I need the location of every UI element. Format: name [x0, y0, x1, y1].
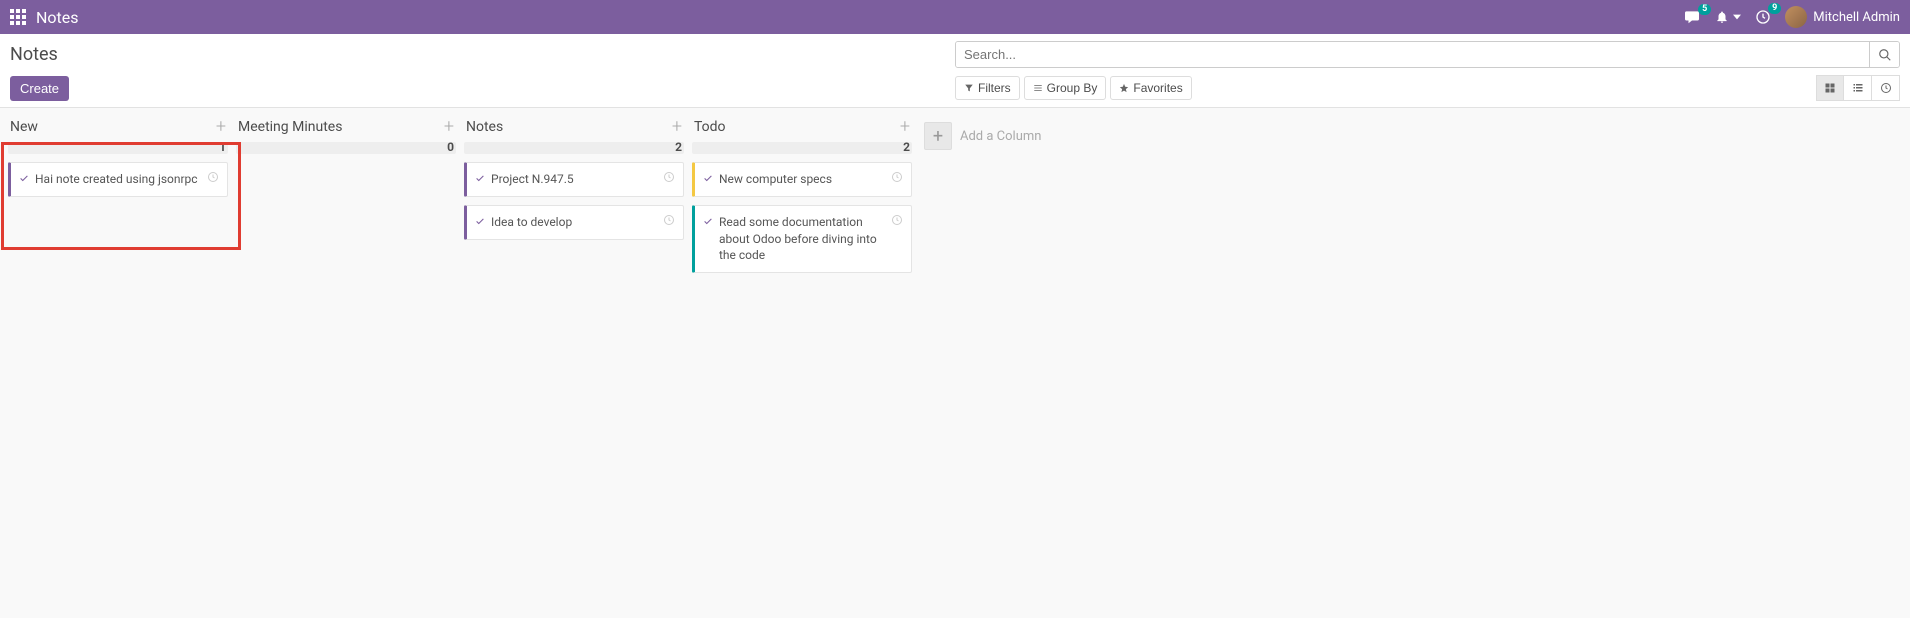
- apps-icon[interactable]: [10, 9, 26, 25]
- clock-icon[interactable]: [663, 214, 675, 226]
- column-count: 1: [219, 140, 226, 154]
- column-add-icon[interactable]: +: [216, 118, 226, 136]
- clock-icon[interactable]: [207, 171, 219, 183]
- kanban-card[interactable]: Idea to develop: [464, 205, 684, 240]
- kanban-card[interactable]: Hai note created using jsonrpc: [8, 162, 228, 197]
- column-progress-bar: 2: [692, 142, 912, 154]
- filters-button[interactable]: Filters: [955, 76, 1020, 100]
- kanban-card[interactable]: Project N.947.5: [464, 162, 684, 197]
- column-title[interactable]: New: [10, 119, 38, 135]
- control-panel: Notes Create Filters Group By Favorit: [0, 34, 1910, 108]
- user-menu[interactable]: Mitchell Admin: [1785, 6, 1900, 28]
- search-button[interactable]: [1869, 42, 1899, 67]
- kanban-column: Notes + 2 Project N.947.5 Idea to develo…: [464, 116, 684, 240]
- column-add-icon[interactable]: +: [672, 118, 682, 136]
- favorites-button[interactable]: Favorites: [1110, 76, 1191, 100]
- kanban-card[interactable]: New computer specs: [692, 162, 912, 197]
- column-count: 2: [903, 140, 910, 154]
- search-box: [955, 41, 1900, 68]
- column-add-icon[interactable]: +: [900, 118, 910, 136]
- notifications-icon[interactable]: [1715, 9, 1741, 25]
- column-count: 2: [675, 140, 682, 154]
- search-input[interactable]: [956, 42, 1869, 67]
- column-title[interactable]: Notes: [466, 119, 503, 135]
- view-switcher: [1816, 75, 1900, 101]
- column-progress-bar: 2: [464, 142, 684, 154]
- filters-label: Filters: [978, 81, 1011, 95]
- column-count: 0: [447, 140, 454, 154]
- add-column: + Add a Column: [920, 116, 1045, 156]
- kanban-column: Todo + 2 New computer specs Read some do…: [692, 116, 912, 273]
- card-text: Read some documentation about Odoo befor…: [719, 214, 885, 264]
- add-column-label[interactable]: Add a Column: [960, 129, 1041, 144]
- column-add-icon[interactable]: +: [444, 118, 454, 136]
- user-name-label: Mitchell Admin: [1813, 10, 1900, 25]
- clock-icon[interactable]: [663, 171, 675, 183]
- messages-badge: 5: [1698, 4, 1711, 15]
- app-title: Notes: [36, 8, 79, 27]
- card-text: Hai note created using jsonrpc: [35, 171, 201, 188]
- kanban-column: Meeting Minutes + 0: [236, 116, 456, 156]
- list-view-button[interactable]: [1844, 75, 1872, 101]
- groupby-label: Group By: [1047, 81, 1098, 95]
- check-icon: [703, 173, 713, 183]
- check-icon: [703, 216, 713, 226]
- column-progress-bar: 0: [236, 142, 456, 154]
- clock-icon[interactable]: [891, 214, 903, 226]
- check-icon: [19, 173, 29, 183]
- avatar: [1785, 6, 1807, 28]
- kanban-board: New + 1 Hai note created using jsonrpc M…: [0, 108, 1910, 281]
- caret-down-icon: [1733, 13, 1741, 21]
- kanban-view-button[interactable]: [1816, 75, 1844, 101]
- kanban-column: New + 1 Hai note created using jsonrpc: [8, 116, 228, 197]
- favorites-label: Favorites: [1133, 81, 1182, 95]
- column-title[interactable]: Meeting Minutes: [238, 119, 342, 135]
- column-title[interactable]: Todo: [694, 119, 726, 135]
- add-column-button[interactable]: +: [924, 122, 952, 150]
- activities-badge: 9: [1768, 3, 1781, 14]
- create-button[interactable]: Create: [10, 76, 69, 101]
- messages-icon[interactable]: 5: [1683, 10, 1701, 24]
- activity-view-button[interactable]: [1872, 75, 1900, 101]
- check-icon: [475, 216, 485, 226]
- card-text: Idea to develop: [491, 214, 657, 231]
- check-icon: [475, 173, 485, 183]
- clock-icon[interactable]: [891, 171, 903, 183]
- kanban-card[interactable]: Read some documentation about Odoo befor…: [692, 205, 912, 273]
- breadcrumb: Notes: [10, 40, 58, 69]
- topbar: Notes 5 9 Mitchell Admin: [0, 0, 1910, 34]
- activities-icon[interactable]: 9: [1755, 9, 1771, 25]
- card-text: New computer specs: [719, 171, 885, 188]
- column-progress-bar: 1: [8, 142, 228, 154]
- groupby-button[interactable]: Group By: [1024, 76, 1107, 100]
- card-text: Project N.947.5: [491, 171, 657, 188]
